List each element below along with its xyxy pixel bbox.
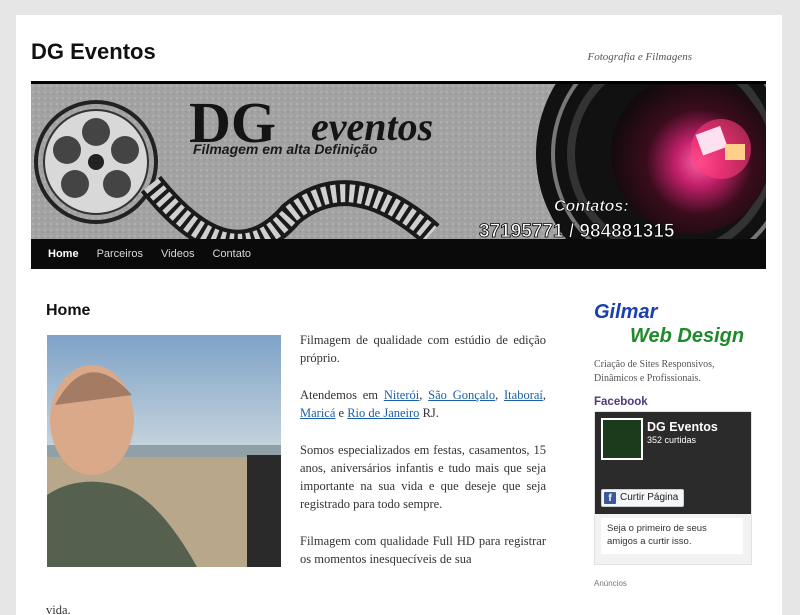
- entry-content: Filmagem de qualidade com estúdio de edi…: [300, 331, 546, 587]
- paragraph-intro: Filmagem de qualidade com estúdio de edi…: [300, 333, 546, 365]
- facebook-page-name[interactable]: DG Eventos: [647, 420, 718, 434]
- banner-contacts-label: Contatos:: [554, 198, 629, 215]
- site-title[interactable]: DG Eventos: [31, 39, 156, 65]
- header-banner: DG eventos Filmagem em alta Definição Co…: [31, 81, 766, 242]
- page-title: Home: [46, 302, 91, 319]
- main-nav: Home Parceiros Videos Contato: [31, 239, 766, 269]
- camera-lens-icon: [536, 84, 766, 239]
- facebook-likes-count: 352 curtidas: [647, 435, 697, 445]
- banner-tagline: Filmagem em alta Definição: [193, 141, 378, 157]
- nav-item-videos[interactable]: Videos: [161, 248, 203, 260]
- site-description: Fotografia e Filmagens: [587, 51, 693, 63]
- paragraph-cities: Atendemos em Niterói, São Gonçalo, Itabo…: [300, 388, 547, 420]
- gilmar-description: Criação de Sites Responsivos, Dinâmicos …: [594, 359, 715, 384]
- banner-image: DG eventos Filmagem em alta Definição Co…: [31, 84, 766, 239]
- nav-item-parceiros[interactable]: Parceiros: [97, 248, 152, 260]
- facebook-widget-title: Facebook: [594, 396, 648, 408]
- link-niteroi[interactable]: Niterói: [384, 388, 419, 402]
- link-itaborai[interactable]: Itaboraí: [504, 388, 543, 402]
- nav-item-home[interactable]: Home: [48, 248, 88, 260]
- paragraph-specialties: Somos especializados em festas, casament…: [300, 443, 546, 511]
- page: DG Eventos Fotografia e Filmagens DG eve…: [16, 15, 782, 615]
- facebook-cover[interactable]: DG Eventos 352 curtidas f Curtir Página: [595, 412, 751, 514]
- nav-item-contato[interactable]: Contato: [212, 248, 260, 260]
- paragraph-fullhd: Filmagem com qualidade Full HD para regi…: [300, 534, 546, 566]
- svg-text:Web Design: Web Design: [630, 325, 744, 346]
- profile-photo: [47, 335, 281, 567]
- gilmar-web-design-logo[interactable]: Gilmar Web Design: [594, 300, 754, 346]
- sidebar: Gilmar Web Design Criação de Sites Respo…: [594, 300, 754, 588]
- film-reel-icon: [34, 100, 158, 224]
- facebook-friends-text: Seja o primeiro de seus amigos a curtir …: [601, 518, 743, 554]
- paragraph-continuation: vida.: [46, 603, 71, 615]
- facebook-page-avatar[interactable]: [601, 418, 643, 460]
- svg-text:Gilmar: Gilmar: [594, 301, 659, 323]
- ads-label: Anúncios: [594, 579, 627, 588]
- facebook-like-button[interactable]: f Curtir Página: [601, 489, 685, 507]
- link-rio-de-janeiro[interactable]: Rio de Janeiro: [347, 406, 419, 420]
- facebook-page-plugin: DG Eventos 352 curtidas f Curtir Página …: [594, 411, 752, 565]
- link-marica[interactable]: Maricá: [300, 406, 335, 420]
- banner-phones: 37195771 / 984881315: [479, 221, 675, 239]
- facebook-icon: f: [604, 492, 616, 504]
- link-sao-goncalo[interactable]: São Gonçalo: [428, 388, 495, 402]
